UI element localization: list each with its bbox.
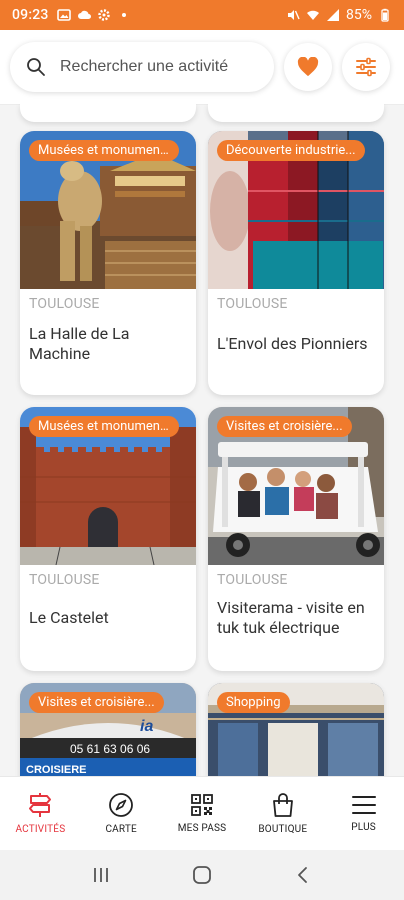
battery-percent: 85% [346, 7, 372, 23]
activity-image: Musées et monuments [20, 407, 196, 565]
activity-card[interactable]: Musées et monuments TOULOUSE Le Castelet [20, 407, 196, 671]
wifi-icon [307, 10, 319, 20]
search-input[interactable] [60, 58, 240, 76]
sliders-icon [356, 57, 376, 77]
category-tag: Musées et monuments [29, 416, 179, 437]
activity-card[interactable]: Visites et croisière... TOULOUSE Visiter… [208, 407, 384, 671]
bottom-nav: ACTIVITÉS CARTE MES PASS BOUTIQUE PLUS [0, 776, 404, 850]
mute-icon [288, 10, 300, 20]
nav-label: ACTIVITÉS [15, 824, 66, 835]
activity-grid: Musées et monuments TOULOUSE La Halle de… [0, 104, 404, 776]
image-notification-icon [56, 9, 71, 21]
cloud-icon [77, 10, 91, 19]
signal-icon [327, 9, 339, 21]
card-title: La Halle de La Machine [29, 324, 130, 363]
card-city: TOULOUSE [217, 296, 288, 312]
status-time: 09:23 [12, 7, 49, 23]
nav-label: PLUS [351, 822, 376, 833]
previous-card-stub[interactable] [208, 104, 384, 122]
nav-activities[interactable]: ACTIVITÉS [0, 777, 81, 850]
back-icon[interactable] [293, 865, 313, 885]
category-tag: Shopping [217, 692, 290, 713]
activity-image: Visites et croisière... [208, 407, 384, 565]
filters-button[interactable] [342, 43, 390, 91]
category-tag: Visites et croisière... [29, 692, 164, 713]
activity-image: Shopping [208, 683, 384, 776]
card-city: TOULOUSE [29, 296, 100, 312]
category-tag: Découverte industrie... [217, 140, 365, 161]
dot-icon [121, 13, 126, 17]
search-bar[interactable] [10, 42, 274, 92]
card-title: Visiterama - visite en tuk tuk électriqu… [217, 598, 365, 637]
search-icon [27, 58, 45, 76]
home-icon[interactable] [192, 865, 212, 885]
nav-more[interactable]: PLUS [323, 777, 404, 850]
activity-image: Découverte industrie... [208, 131, 384, 289]
nav-label: CARTE [105, 824, 137, 835]
activity-image: Musées et monuments [20, 131, 196, 289]
card-sign-text: CROISIERE [26, 764, 87, 776]
system-nav-bar [0, 850, 404, 900]
menu-icon [351, 796, 376, 814]
nav-shop[interactable]: BOUTIQUE [242, 777, 323, 850]
compass-icon [109, 793, 134, 817]
category-tag: Visites et croisière... [217, 416, 352, 437]
previous-card-stub[interactable] [20, 104, 196, 122]
card-sign-phone: 05 61 63 06 06 [70, 742, 150, 756]
status-bar: 09:23 85% [0, 0, 404, 30]
qr-code-icon [191, 794, 213, 816]
activity-card[interactable]: ia 05 61 63 06 06 CROISIERE Visites et c… [20, 683, 196, 776]
settings-gear-icon [97, 9, 110, 21]
category-tag: Musées et monuments [29, 140, 179, 161]
card-title: Le Castelet [29, 608, 109, 627]
card-title: L'Envol des Pionniers [217, 334, 368, 353]
activity-image: ia 05 61 63 06 06 CROISIERE Visites et c… [20, 683, 196, 776]
shopping-bag-icon [272, 793, 293, 817]
nav-my-passes[interactable]: MES PASS [162, 777, 243, 850]
battery-icon [381, 8, 389, 22]
nav-label: BOUTIQUE [258, 824, 308, 835]
screen: 09:23 85% Rechercher une activité Musées… [0, 0, 404, 900]
activity-card[interactable]: Découverte industrie... TOULOUSE L'Envol… [208, 131, 384, 395]
signpost-icon [29, 793, 52, 817]
card-city: TOULOUSE [29, 572, 100, 588]
favorites-button[interactable] [284, 43, 332, 91]
recent-apps-icon[interactable] [91, 866, 111, 884]
search-header [0, 30, 404, 104]
heart-icon [297, 57, 319, 77]
card-city: TOULOUSE [217, 572, 288, 588]
svg-text:ia: ia [140, 718, 153, 735]
nav-label: MES PASS [177, 823, 227, 834]
activity-card[interactable]: Musées et monuments TOULOUSE La Halle de… [20, 131, 196, 395]
activity-card[interactable]: Shopping [208, 683, 384, 776]
nav-map[interactable]: CARTE [81, 777, 162, 850]
